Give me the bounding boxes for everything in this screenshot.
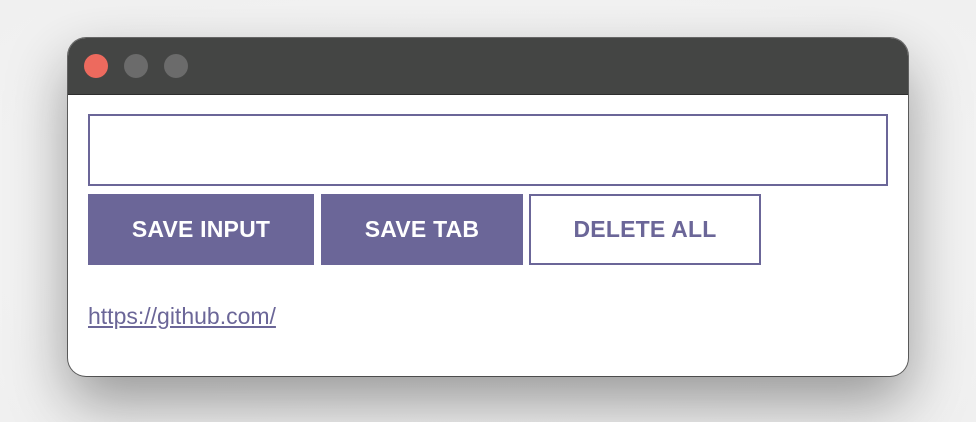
desktop-background: SAVE INPUT SAVE TAB DELETE ALL https://g… [0,0,976,422]
list-item: https://github.com/ [88,303,888,330]
save-tab-button[interactable]: SAVE TAB [321,194,523,265]
close-button[interactable] [84,54,108,78]
leads-list: https://github.com/ [88,303,888,330]
minimize-button[interactable] [124,54,148,78]
maximize-button[interactable] [164,54,188,78]
lead-input[interactable] [88,114,888,186]
button-row: SAVE INPUT SAVE TAB DELETE ALL [88,194,888,265]
title-bar [68,38,908,95]
delete-all-button[interactable]: DELETE ALL [529,194,761,265]
app-window: SAVE INPUT SAVE TAB DELETE ALL https://g… [68,38,908,376]
extension-body: SAVE INPUT SAVE TAB DELETE ALL https://g… [68,95,908,330]
save-input-button[interactable]: SAVE INPUT [88,194,314,265]
lead-link[interactable]: https://github.com/ [88,303,276,329]
